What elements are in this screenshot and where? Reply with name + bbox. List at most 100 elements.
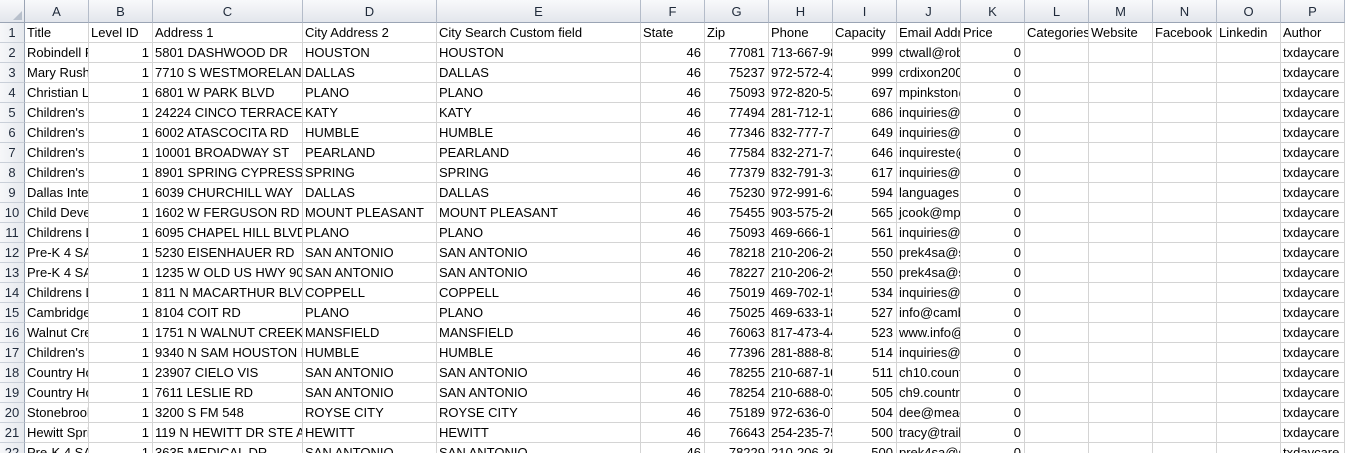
row-header[interactable]: 4 — [0, 83, 25, 103]
data-cell[interactable]: 75093 — [705, 223, 769, 243]
data-cell[interactable]: 0 — [961, 163, 1025, 183]
data-cell[interactable] — [1217, 143, 1281, 163]
column-header-e[interactable]: E — [437, 0, 641, 23]
data-cell[interactable]: 0 — [961, 323, 1025, 343]
header-cell[interactable]: Price — [961, 23, 1025, 43]
data-cell[interactable]: 75093 — [705, 83, 769, 103]
data-cell[interactable] — [1025, 363, 1089, 383]
data-cell[interactable]: Mary Rush — [25, 63, 89, 83]
data-cell[interactable]: 523 — [833, 323, 897, 343]
data-cell[interactable] — [1217, 283, 1281, 303]
row-header[interactable]: 18 — [0, 363, 25, 383]
data-cell[interactable]: txdaycare — [1281, 243, 1345, 263]
data-cell[interactable]: txdaycare — [1281, 423, 1345, 443]
data-cell[interactable]: 0 — [961, 223, 1025, 243]
data-cell[interactable]: txdaycare — [1281, 263, 1345, 283]
data-cell[interactable] — [1025, 323, 1089, 343]
data-cell[interactable]: 832-777-7700 — [769, 123, 833, 143]
row-header[interactable]: 10 — [0, 203, 25, 223]
data-cell[interactable]: 0 — [961, 423, 1025, 443]
data-cell[interactable]: 46 — [641, 263, 705, 283]
data-cell[interactable]: txdaycare — [1281, 403, 1345, 423]
data-cell[interactable]: 5801 DASHWOOD DR — [153, 43, 303, 63]
data-cell[interactable]: 972-820-5300 — [769, 83, 833, 103]
data-cell[interactable]: txdaycare — [1281, 163, 1345, 183]
column-header-h[interactable]: H — [769, 0, 833, 23]
data-cell[interactable] — [1025, 343, 1089, 363]
data-cell[interactable]: 210-688-0300 — [769, 383, 833, 403]
header-cell[interactable]: Linkedin — [1217, 23, 1281, 43]
column-header-m[interactable]: M — [1089, 0, 1153, 23]
data-cell[interactable]: 469-702-1500 — [769, 283, 833, 303]
header-cell[interactable]: Level ID — [89, 23, 153, 43]
data-cell[interactable] — [1217, 83, 1281, 103]
data-cell[interactable] — [1153, 343, 1217, 363]
data-cell[interactable]: 1 — [89, 383, 153, 403]
data-cell[interactable]: 0 — [961, 403, 1025, 423]
data-cell[interactable]: 78218 — [705, 243, 769, 263]
data-cell[interactable]: 0 — [961, 83, 1025, 103]
data-cell[interactable]: 6002 ATASCOCITA RD — [153, 123, 303, 143]
data-cell[interactable]: 0 — [961, 243, 1025, 263]
data-cell[interactable]: Children's Lighthouse — [25, 143, 89, 163]
data-cell[interactable]: HEWITT — [437, 423, 641, 443]
data-cell[interactable]: 469-633-1800 — [769, 303, 833, 323]
data-cell[interactable] — [1089, 183, 1153, 203]
data-cell[interactable]: 46 — [641, 403, 705, 423]
data-cell[interactable]: 46 — [641, 103, 705, 123]
data-cell[interactable]: COPPELL — [437, 283, 641, 303]
column-header-g[interactable]: G — [705, 0, 769, 23]
header-cell[interactable]: City Address 2 — [303, 23, 437, 43]
data-cell[interactable]: PLANO — [437, 83, 641, 103]
data-cell[interactable]: SAN ANTONIO — [437, 443, 641, 453]
data-cell[interactable]: 210-687-1000 — [769, 363, 833, 383]
data-cell[interactable]: 1 — [89, 143, 153, 163]
data-cell[interactable]: Childrens Lighthouse — [25, 283, 89, 303]
data-cell[interactable]: 46 — [641, 323, 705, 343]
data-cell[interactable] — [1153, 263, 1217, 283]
data-cell[interactable] — [1025, 223, 1089, 243]
data-cell[interactable]: SPRING — [303, 163, 437, 183]
data-cell[interactable]: Country Home — [25, 383, 89, 403]
data-cell[interactable]: 1 — [89, 263, 153, 283]
data-cell[interactable]: txdaycare — [1281, 143, 1345, 163]
data-cell[interactable] — [1217, 123, 1281, 143]
data-cell[interactable]: 24224 CINCO TERRACE DR — [153, 103, 303, 123]
data-cell[interactable]: 0 — [961, 63, 1025, 83]
data-cell[interactable]: PEARLAND — [437, 143, 641, 163]
data-cell[interactable]: dee@meadows.com — [897, 403, 961, 423]
row-header[interactable]: 13 — [0, 263, 25, 283]
data-cell[interactable]: 697 — [833, 83, 897, 103]
data-cell[interactable]: 1 — [89, 183, 153, 203]
data-cell[interactable]: 713-667-9858 — [769, 43, 833, 63]
row-header[interactable]: 9 — [0, 183, 25, 203]
data-cell[interactable] — [1217, 383, 1281, 403]
data-cell[interactable]: SAN ANTONIO — [437, 243, 641, 263]
data-cell[interactable]: ch9.country@gmail.com — [897, 383, 961, 403]
data-cell[interactable]: 23907 CIELO VIS — [153, 363, 303, 383]
data-cell[interactable]: 1 — [89, 163, 153, 183]
data-cell[interactable]: jcook@mpisd.net — [897, 203, 961, 223]
data-cell[interactable]: prek4sa@sanantonio.gov — [897, 443, 961, 453]
data-cell[interactable] — [1025, 383, 1089, 403]
data-cell[interactable]: txdaycare — [1281, 43, 1345, 63]
data-cell[interactable] — [1025, 83, 1089, 103]
data-cell[interactable] — [1025, 283, 1089, 303]
data-cell[interactable]: SAN ANTONIO — [303, 363, 437, 383]
data-cell[interactable]: 75189 — [705, 403, 769, 423]
data-cell[interactable]: prek4sa@sanantonio.gov — [897, 243, 961, 263]
data-cell[interactable] — [1025, 423, 1089, 443]
data-cell[interactable]: languages@dallasinternational.org — [897, 183, 961, 203]
data-cell[interactable]: 817-473-4400 — [769, 323, 833, 343]
data-cell[interactable]: txdaycare — [1281, 223, 1345, 243]
data-cell[interactable] — [1025, 123, 1089, 143]
data-cell[interactable] — [1217, 223, 1281, 243]
data-cell[interactable]: 76643 — [705, 423, 769, 443]
data-cell[interactable]: 1602 W FERGUSON RD — [153, 203, 303, 223]
data-cell[interactable]: 5230 EISENHAUER RD — [153, 243, 303, 263]
data-cell[interactable]: 3635 MEDICAL DR — [153, 443, 303, 453]
data-cell[interactable] — [1153, 283, 1217, 303]
data-cell[interactable] — [1025, 263, 1089, 283]
data-cell[interactable]: 514 — [833, 343, 897, 363]
row-header[interactable]: 21 — [0, 423, 25, 443]
